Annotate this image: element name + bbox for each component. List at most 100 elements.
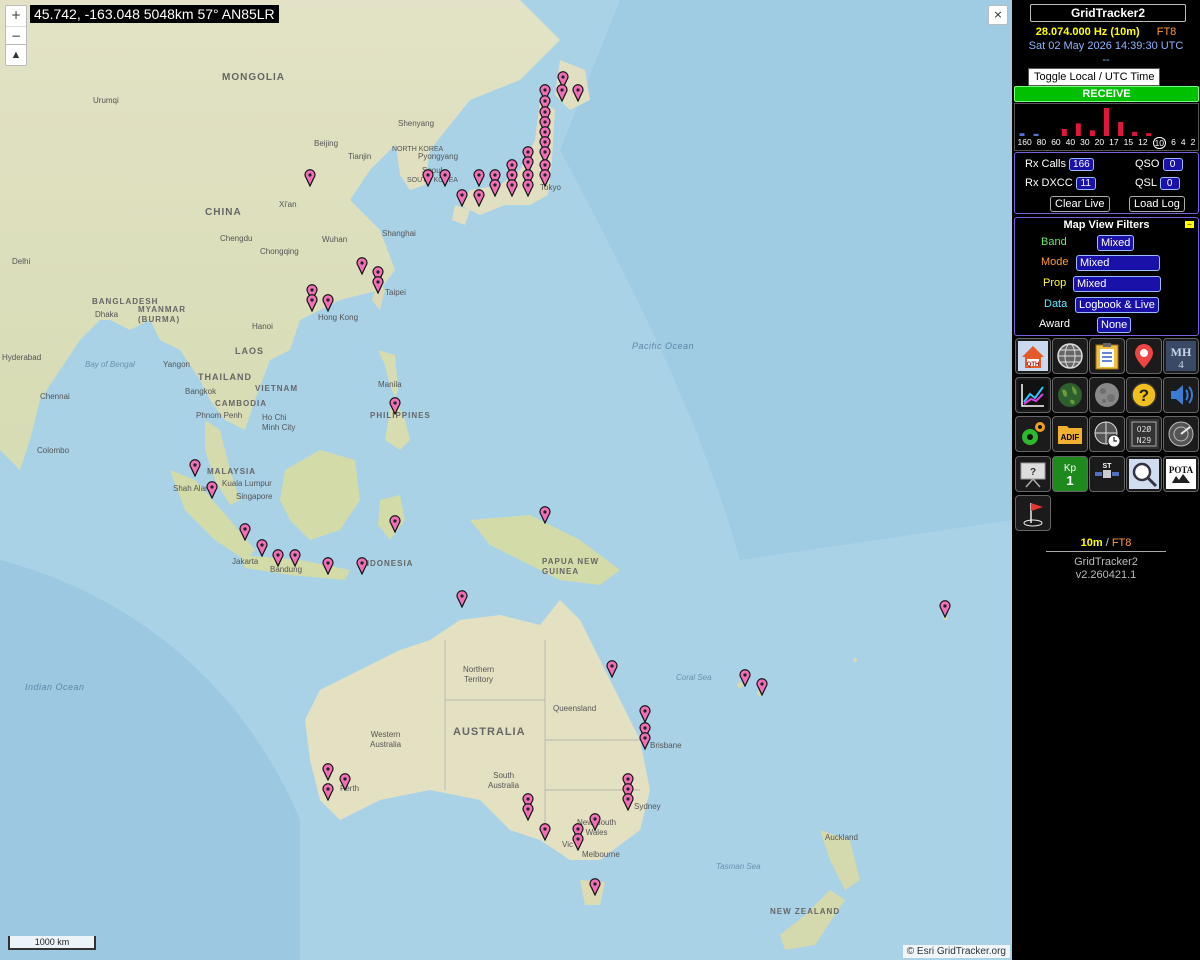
grid-lookup-icon[interactable]: O2Ø N29	[1126, 416, 1162, 452]
band-label-6[interactable]: 6	[1171, 137, 1176, 149]
speaker-icon[interactable]	[1163, 377, 1199, 413]
spot-pin[interactable]	[456, 590, 468, 608]
band-label-4[interactable]: 4	[1181, 137, 1186, 149]
band-label-20[interactable]: 20	[1095, 137, 1104, 149]
award-filter-select[interactable]: None	[1097, 317, 1132, 333]
home-qth-icon[interactable]: QTH	[1015, 338, 1051, 374]
spot-pin[interactable]	[422, 169, 434, 187]
band-label-17[interactable]: 17	[1109, 137, 1118, 149]
band-label-30[interactable]: 30	[1080, 137, 1089, 149]
spot-pin[interactable]	[239, 523, 251, 541]
spot-pin[interactable]	[322, 783, 334, 801]
satellite-icon[interactable]: ST	[1089, 456, 1125, 492]
spot-pin[interactable]	[522, 803, 534, 821]
qsl-count[interactable]: 0	[1159, 177, 1180, 190]
zoom-in-button[interactable]: +	[6, 6, 26, 26]
spot-pin[interactable]	[456, 189, 468, 207]
rx-dxcc-count[interactable]: 11	[1075, 177, 1096, 190]
mode-filter-select[interactable]: Mixed	[1076, 255, 1160, 271]
receive-button[interactable]: RECEIVE	[1014, 86, 1199, 102]
spot-pin[interactable]	[389, 515, 401, 533]
spot-pin[interactable]	[506, 179, 518, 197]
spot-pin[interactable]	[539, 506, 551, 524]
band-label-10[interactable]: 10	[1152, 137, 1167, 149]
qso-count[interactable]: 0	[1162, 158, 1183, 171]
help-icon[interactable]: ?	[1126, 377, 1162, 413]
spot-pin[interactable]	[606, 660, 618, 678]
settings-gears-icon[interactable]	[1015, 416, 1051, 452]
band-label-15[interactable]: 15	[1124, 137, 1133, 149]
spot-pin[interactable]	[389, 397, 401, 415]
spot-pin[interactable]	[439, 169, 451, 187]
band-filter-select[interactable]: Mixed	[1097, 235, 1135, 251]
spot-pin[interactable]	[322, 294, 334, 312]
spot-pin[interactable]	[589, 813, 601, 831]
clear-live-button[interactable]: Clear Live	[1050, 196, 1110, 212]
spot-pin[interactable]	[256, 539, 268, 557]
spot-pin[interactable]	[522, 179, 534, 197]
spot-pin[interactable]	[304, 169, 316, 187]
label-bay-of-bengal: Bay of Bengal	[85, 360, 135, 369]
kp-index-icon[interactable]: Kp 1	[1052, 456, 1088, 492]
app-title[interactable]: GridTracker2	[1030, 4, 1186, 22]
band-label-12[interactable]: 12	[1138, 137, 1147, 149]
spot-pin[interactable]	[489, 179, 501, 197]
clipboard-checklist-icon[interactable]	[1089, 338, 1125, 374]
band-label-160[interactable]: 160	[1018, 137, 1032, 149]
band-activity-chart[interactable]: 160 80 60 40 30 20 17 15 12 10 6 4 2	[1014, 103, 1199, 151]
spot-pin[interactable]	[539, 823, 551, 841]
trend-chart-icon[interactable]	[1015, 377, 1051, 413]
spot-pin[interactable]	[189, 459, 201, 477]
spot-pin[interactable]	[556, 84, 568, 102]
spot-pin[interactable]	[756, 678, 768, 696]
spot-pin[interactable]	[589, 878, 601, 896]
globe-clock-icon[interactable]	[1089, 416, 1125, 452]
spot-pin[interactable]	[639, 705, 651, 723]
screen-query-icon[interactable]: ?	[1015, 456, 1051, 492]
spot-pin[interactable]	[473, 189, 485, 207]
data-filter-select[interactable]: Logbook & Live	[1075, 297, 1159, 313]
spot-pin[interactable]	[539, 169, 551, 187]
utc-time-display[interactable]: Sat 02 May 2026 14:39:30 UTC	[1012, 40, 1200, 52]
spot-pin[interactable]	[572, 833, 584, 851]
load-log-button[interactable]: Load Log	[1129, 196, 1185, 212]
spot-pin[interactable]	[622, 793, 634, 811]
band-bar-17	[1104, 108, 1109, 136]
radar-icon[interactable]	[1163, 416, 1199, 452]
close-button[interactable]: ×	[988, 5, 1008, 25]
spot-pin[interactable]	[322, 557, 334, 575]
spot-pin[interactable]	[739, 669, 751, 687]
north-arrow-icon[interactable]: ▲	[5, 44, 27, 66]
spot-pin[interactable]	[939, 600, 951, 618]
spot-pin[interactable]	[639, 732, 651, 750]
spot-pin[interactable]	[206, 481, 218, 499]
spot-pin[interactable]	[572, 84, 584, 102]
spot-pin[interactable]	[289, 549, 301, 567]
spot-pin[interactable]	[356, 557, 368, 575]
spot-pin[interactable]	[473, 169, 485, 187]
spot-pin[interactable]	[272, 549, 284, 567]
golf-flag-icon[interactable]	[1015, 495, 1051, 531]
minimize-icon[interactable]: –	[1185, 221, 1194, 228]
prop-filter-select[interactable]: Mixed	[1073, 276, 1161, 292]
globe-grid-icon[interactable]	[1052, 338, 1088, 374]
search-callsign-icon[interactable]	[1126, 456, 1162, 492]
spot-pin[interactable]	[322, 763, 334, 781]
earth-icon[interactable]	[1052, 377, 1088, 413]
moon-icon[interactable]	[1089, 377, 1125, 413]
spot-pin[interactable]	[356, 257, 368, 275]
map-pin-icon[interactable]	[1126, 338, 1162, 374]
spot-pin[interactable]	[339, 773, 351, 791]
band-label-2[interactable]: 2	[1191, 137, 1196, 149]
map-view[interactable]: MONGOLIA CHINA Urumqi Beijing Tianjin Sh…	[0, 0, 1012, 960]
band-label-60[interactable]: 60	[1051, 137, 1060, 149]
adif-icon[interactable]: ADIF	[1052, 416, 1088, 452]
rx-calls-count[interactable]: 166	[1069, 158, 1094, 171]
mh4-icon[interactable]: MH 4	[1163, 338, 1199, 374]
spot-pin[interactable]	[372, 276, 384, 294]
band-label-80[interactable]: 80	[1037, 137, 1046, 149]
pota-icon[interactable]: POTA	[1163, 456, 1199, 492]
spot-pin[interactable]	[306, 294, 318, 312]
band-label-40[interactable]: 40	[1066, 137, 1075, 149]
map-attribution[interactable]: © Esri GridTracker.org	[902, 945, 1010, 958]
